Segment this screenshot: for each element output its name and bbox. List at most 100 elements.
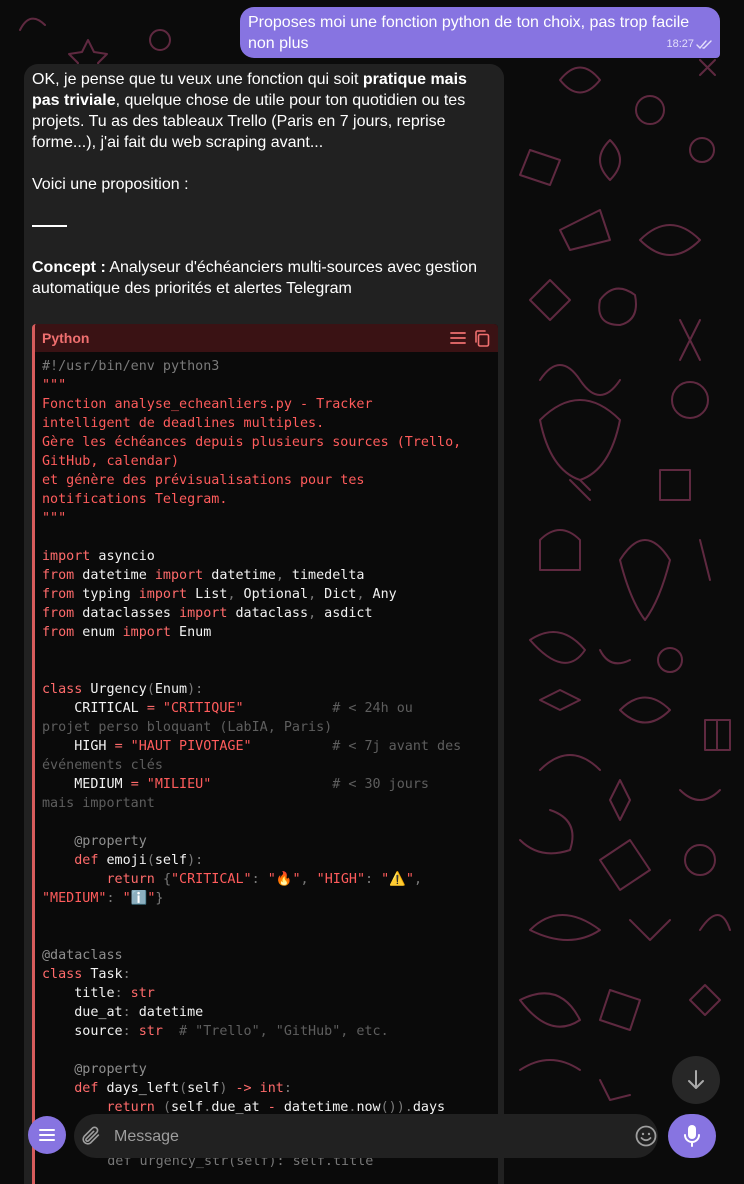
code-token: typing — [74, 587, 139, 602]
code-token: # "Trello", "GitHub", etc. — [162, 1024, 389, 1039]
message-composer — [28, 1114, 716, 1158]
code-token: , — [308, 587, 317, 602]
code-token: Fonction analyse_echeanliers.py - Tracke… — [42, 397, 373, 412]
message-meta: 18:27 — [666, 34, 714, 55]
code-token: Enum — [171, 625, 212, 640]
code-token: from — [42, 625, 75, 640]
code-token: "🔥" — [267, 872, 301, 887]
code-token: days_left — [98, 1081, 180, 1096]
code-token: CRITICAL — [42, 701, 147, 716]
code-token: datetime — [130, 1005, 204, 1020]
code-block[interactable]: Python #!/usr/bin/env python3 """ Fonction… — [32, 324, 498, 1184]
code-line: MEDIUM = "MILIEU" # < 30 jours — [42, 775, 498, 794]
proposal-line: Voici une proposition : — [32, 176, 189, 193]
code-token: import — [42, 549, 91, 564]
code-token: , — [413, 872, 423, 887]
code-token: , — [275, 568, 284, 583]
code-token: "CRITIQUE" — [154, 701, 244, 716]
code-line: def emoji(self): — [42, 851, 498, 870]
code-token: return — [42, 872, 155, 887]
separator-line — [32, 225, 67, 227]
code-line: from dataclasses import dataclass, asdic… — [42, 604, 498, 623]
code-line: "MEDIUM": "ℹ️"} — [42, 889, 498, 908]
message-input[interactable] — [112, 1123, 606, 1151]
code-token: intelligent de deadlines multiples. — [42, 416, 325, 431]
code-token: , — [300, 872, 309, 887]
code-line: return {"CRITICAL": "🔥", "HIGH": "⚠️", — [42, 870, 498, 889]
code-token: { — [162, 872, 171, 887]
voice-record-button[interactable] — [668, 1114, 716, 1158]
code-token: Task — [82, 967, 123, 982]
code-token: #!/usr/bin/env python3 — [42, 359, 220, 374]
code-token: class — [42, 682, 83, 697]
code-token: , — [356, 587, 365, 602]
bot-menu-button[interactable] — [28, 1116, 66, 1154]
code-token: notifications Telegram. — [42, 492, 228, 507]
code-line: """ — [42, 376, 498, 395]
code-token: - — [267, 1100, 276, 1115]
arrow-down-icon — [688, 1070, 704, 1089]
wrap-lines-icon[interactable] — [450, 331, 466, 345]
emoji-icon[interactable] — [634, 1124, 658, 1148]
code-token: : — [365, 872, 374, 887]
code-token: projet perso bloquant (LabIA, Paris) — [42, 720, 333, 735]
code-line: def days_left(self) -> int: — [42, 1079, 498, 1098]
outgoing-message-bubble[interactable]: Proposes moi une fonction python de ton … — [240, 7, 720, 58]
copy-icon[interactable] — [474, 329, 490, 347]
code-line: title: str — [42, 984, 498, 1003]
attach-icon[interactable] — [80, 1125, 102, 1147]
code-token: Any — [364, 587, 397, 602]
code-token: due_at — [42, 1005, 123, 1020]
code-line: Gère les échéances depuis plusieurs sour… — [42, 433, 498, 452]
code-token: import — [122, 625, 171, 640]
incoming-message-bubble[interactable]: OK, je pense que tu veux une fonction qu… — [24, 64, 504, 1184]
code-token: @dataclass — [42, 948, 123, 963]
code-token: # < 7j avant des — [251, 739, 462, 754]
code-token: MEDIUM — [42, 777, 131, 792]
code-token: : — [251, 872, 260, 887]
intro-text: OK, je pense que tu veux une fonction qu… — [32, 71, 363, 88]
code-content: #!/usr/bin/env python3 """ Fonction analys… — [35, 352, 498, 1117]
code-token: : — [122, 1024, 131, 1039]
code-token: now — [356, 1100, 381, 1115]
code-token: class — [42, 967, 83, 982]
code-line: from datetime import datetime, timedelta — [42, 566, 498, 585]
code-token: Optional — [235, 587, 309, 602]
code-token: asdict — [316, 606, 373, 621]
code-token: """ — [42, 378, 67, 393]
code-line: CRITICAL = "CRITIQUE" # < 24h ou — [42, 699, 498, 718]
code-token: Urgency — [82, 682, 147, 697]
code-token: ): — [187, 682, 204, 697]
code-line: #!/usr/bin/env python3 — [42, 357, 498, 376]
code-token: from — [42, 587, 75, 602]
code-line: projet perso bloquant (LabIA, Paris) — [42, 718, 498, 737]
code-line: source: str # "Trello", "GitHub", etc. — [42, 1022, 498, 1041]
code-header: Python — [35, 324, 498, 352]
code-token: } — [155, 891, 164, 906]
code-token: = — [146, 701, 155, 716]
code-token: ( — [146, 682, 155, 697]
code-token: GitHub, calendar) — [42, 454, 180, 469]
code-token: "ℹ️" — [122, 891, 156, 906]
code-token: str — [122, 986, 155, 1001]
code-token: source — [42, 1024, 123, 1039]
code-token: Gère les échéances depuis plusieurs sour… — [42, 435, 462, 450]
code-token: , — [308, 606, 317, 621]
code-token: -> — [227, 1081, 252, 1096]
code-token: int — [251, 1081, 284, 1096]
code-line: notifications Telegram. — [42, 490, 498, 509]
code-token: : — [106, 891, 115, 906]
code-token: dataclasses — [74, 606, 180, 621]
scroll-down-button[interactable] — [672, 1056, 720, 1104]
code-token: Enum — [154, 682, 188, 697]
code-line: GitHub, calendar) — [42, 452, 498, 471]
code-token: "HIGH" — [316, 872, 366, 887]
